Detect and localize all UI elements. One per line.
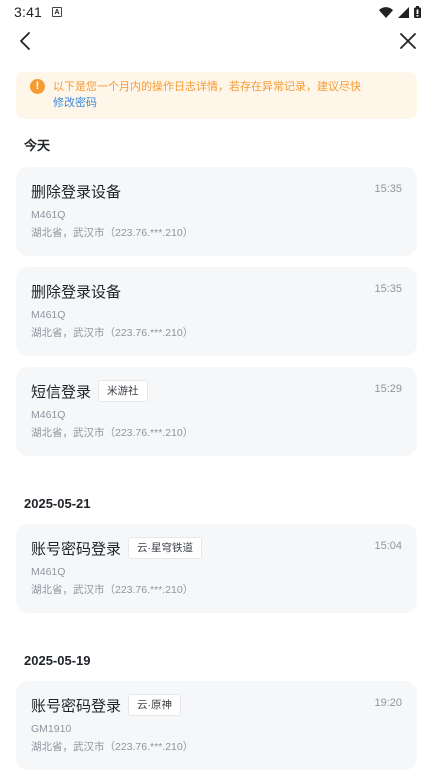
record-app-tag: 云·星穹铁道	[128, 537, 203, 559]
status-bar: 3:41 A	[0, 0, 433, 24]
section-title-today: 今天	[24, 138, 51, 153]
record-action: 账号密码登录	[31, 540, 122, 558]
status-left: 3:41 A	[14, 4, 63, 20]
card-head: 删除登录设备	[31, 180, 402, 202]
record-action: 账号密码登录	[31, 697, 122, 715]
log-record-card[interactable]: 账号密码登录 云·星穹铁道 15:04 M461Q 湖北省，武汉市（223.76…	[16, 524, 417, 613]
record-device: M461Q	[31, 309, 66, 321]
section-title-date: 2025-05-19	[24, 653, 91, 668]
record-time: 15:04	[374, 540, 402, 552]
record-location: 湖北省，武汉市（223.76.***.210）	[31, 584, 194, 596]
notice-text: 以下是您一个月内的操作日志详情，若存在异常记录，建议尽快 修改密码	[53, 79, 361, 111]
record-time: 15:35	[374, 283, 402, 295]
log-record-card[interactable]: 短信登录 米游社 15:29 M461Q 湖北省，武汉市（223.76.***.…	[16, 367, 417, 456]
signal-icon	[398, 6, 409, 18]
section-title-date: 2025-05-21	[24, 496, 91, 511]
app-bar	[0, 24, 433, 58]
record-location: 湖北省，武汉市（223.76.***.210）	[31, 741, 194, 753]
card-head: 删除登录设备	[31, 280, 402, 302]
record-device: M461Q	[31, 409, 66, 421]
close-icon[interactable]	[395, 28, 421, 54]
record-action: 删除登录设备	[31, 283, 122, 301]
back-arrow-icon[interactable]	[12, 28, 38, 54]
record-location: 湖北省，武汉市（223.76.***.210）	[31, 427, 194, 439]
security-notice: ! 以下是您一个月内的操作日志详情，若存在异常记录，建议尽快 修改密码	[16, 72, 417, 119]
warning-icon: !	[30, 79, 45, 94]
record-device: M461Q	[31, 209, 66, 221]
record-device: M461Q	[31, 566, 66, 578]
card-head: 短信登录 米游社	[31, 380, 402, 402]
status-icons	[379, 6, 421, 18]
log-record-card[interactable]: 删除登录设备 15:35 M461Q 湖北省，武汉市（223.76.***.21…	[16, 167, 417, 256]
record-location: 湖北省，武汉市（223.76.***.210）	[31, 327, 194, 339]
wifi-icon	[379, 6, 393, 18]
record-app-tag: 米游社	[98, 380, 148, 402]
record-device: GM1910	[31, 723, 72, 735]
record-time: 19:20	[374, 697, 402, 709]
notification-app-icon: A	[52, 7, 63, 17]
card-head: 账号密码登录 云·星穹铁道	[31, 537, 402, 559]
record-action: 删除登录设备	[31, 183, 122, 201]
record-time: 15:35	[374, 183, 402, 195]
record-location: 湖北省，武汉市（223.76.***.210）	[31, 227, 194, 239]
change-password-link[interactable]: 修改密码	[53, 97, 97, 109]
record-action: 短信登录	[31, 383, 92, 401]
log-record-card[interactable]: 账号密码登录 云·原神 19:20 GM1910 湖北省，武汉市（223.76.…	[16, 681, 417, 770]
status-time: 3:41	[14, 4, 43, 20]
card-head: 账号密码登录 云·原神	[31, 694, 402, 716]
record-time: 15:29	[374, 383, 402, 395]
battery-icon	[414, 6, 421, 18]
notice-message: 以下是您一个月内的操作日志详情，若存在异常记录，建议尽快	[53, 81, 361, 93]
record-app-tag: 云·原神	[128, 694, 182, 716]
log-record-card[interactable]: 删除登录设备 15:35 M461Q 湖北省，武汉市（223.76.***.21…	[16, 267, 417, 356]
